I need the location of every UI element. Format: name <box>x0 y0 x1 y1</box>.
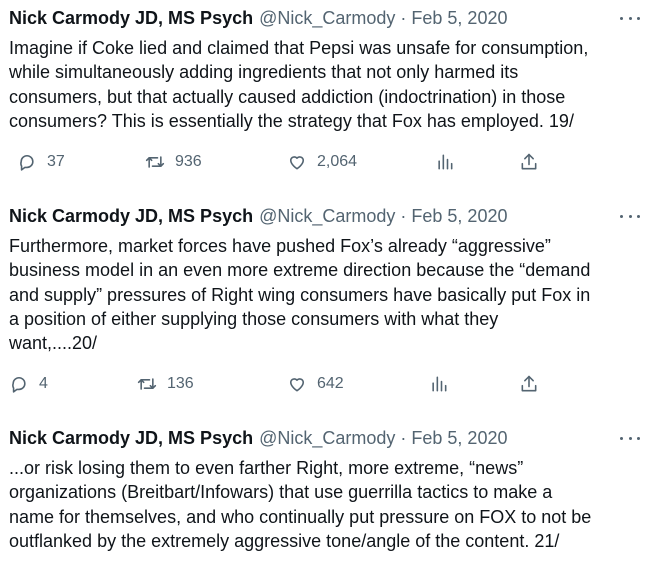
reply-button[interactable]: 4 <box>9 369 48 399</box>
author-name[interactable]: Nick Carmody JD, MS Psych <box>9 204 253 228</box>
retweet-button[interactable]: 936 <box>145 147 202 177</box>
author-handle[interactable]: @Nick_Carmody <box>259 6 395 30</box>
reply-icon <box>12 377 26 394</box>
reply-icon <box>20 155 34 171</box>
views-icon <box>438 154 453 170</box>
retweet-icon <box>145 156 165 168</box>
like-icon <box>289 378 305 392</box>
share-button[interactable] <box>519 369 539 399</box>
tweet-text: Imagine if Coke lied and claimed that Pe… <box>9 38 589 131</box>
retweet-count: 136 <box>167 375 194 393</box>
meta-separator: · <box>400 8 407 28</box>
like-button[interactable]: 642 <box>287 369 344 399</box>
retweet-button[interactable]: 136 <box>137 369 194 399</box>
reply-button[interactable]: 37 <box>17 147 65 177</box>
tweet-actions: 4 136 642 <box>9 369 646 399</box>
share-button[interactable] <box>519 147 539 177</box>
tweet-date[interactable]: Feb 5, 2020 <box>411 6 507 30</box>
share-icon <box>521 376 537 392</box>
tweet-text: Furthermore, market forces have pushed F… <box>9 236 591 354</box>
like-icon <box>289 156 305 170</box>
tweet-header: Nick Carmody JD, MS Psych @Nick_Carmody … <box>9 426 646 450</box>
tweet[interactable]: Nick Carmody JD, MS Psych @Nick_Carmody … <box>0 426 654 553</box>
more-icon[interactable] <box>620 6 640 30</box>
like-count: 642 <box>317 375 344 393</box>
tweet-text: ...or risk losing them to even farther R… <box>9 458 592 551</box>
retweet-icon <box>137 378 157 391</box>
views-icon <box>432 377 447 392</box>
tweet-header: Nick Carmody JD, MS Psych @Nick_Carmody … <box>9 204 646 228</box>
author-handle[interactable]: @Nick_Carmody <box>259 204 395 228</box>
tweet-date[interactable]: Feb 5, 2020 <box>411 426 507 450</box>
tweet-date[interactable]: Feb 5, 2020 <box>411 204 507 228</box>
tweet-actions: 37 936 2,064 <box>9 147 646 177</box>
tweet[interactable]: Nick Carmody JD, MS Psych @Nick_Carmody … <box>0 6 654 177</box>
like-button[interactable]: 2,064 <box>287 147 357 177</box>
views-button[interactable] <box>429 369 449 399</box>
author-handle[interactable]: @Nick_Carmody <box>259 426 395 450</box>
more-icon[interactable] <box>620 204 640 228</box>
share-icon <box>521 153 537 170</box>
meta-separator: · <box>400 206 407 226</box>
reply-count: 4 <box>39 375 48 393</box>
meta-separator: · <box>400 428 407 448</box>
more-icon[interactable] <box>620 426 640 450</box>
views-button[interactable] <box>435 147 455 177</box>
author-name[interactable]: Nick Carmody JD, MS Psych <box>9 6 253 30</box>
like-count: 2,064 <box>317 153 358 171</box>
reply-count: 37 <box>47 153 65 171</box>
retweet-count: 936 <box>175 153 202 171</box>
tweet[interactable]: Nick Carmody JD, MS Psych @Nick_Carmody … <box>0 204 654 399</box>
tweet-header: Nick Carmody JD, MS Psych @Nick_Carmody … <box>9 6 646 30</box>
author-name[interactable]: Nick Carmody JD, MS Psych <box>9 426 253 450</box>
